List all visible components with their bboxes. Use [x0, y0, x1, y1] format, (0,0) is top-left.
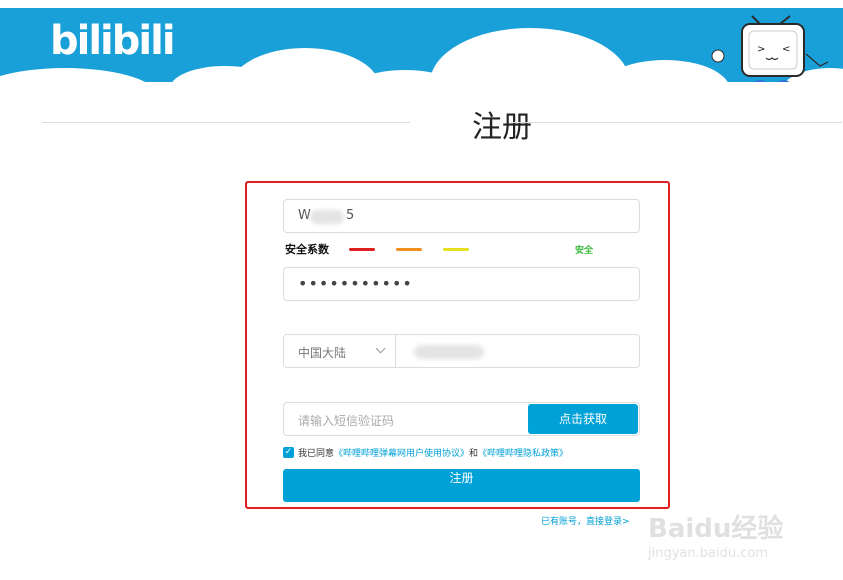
divider: [510, 122, 842, 123]
tv-mascot-icon: > <: [711, 15, 829, 82]
login-link[interactable]: 已有账号，直接登录>: [541, 514, 630, 527]
header-banner: bilibili > <: [0, 8, 843, 82]
strength-bar-low: [349, 248, 375, 251]
page-title-row: 注册: [42, 100, 842, 145]
username-tail-text: 5: [346, 208, 355, 223]
agreement-row: ✓ 我已同意《哔哩哔哩弹幕网用户使用协议》和《哔哩哔哩隐私政策》: [283, 445, 653, 461]
cloud: [230, 48, 380, 82]
chevron-down-icon: [375, 343, 386, 354]
page-title: 注册: [472, 110, 532, 145]
baidu-watermark: Baidu经验 jingyan.baidu.com: [648, 508, 808, 568]
svg-text:>: >: [757, 44, 765, 55]
cloud: [0, 68, 160, 82]
password-field[interactable]: •••••••••••: [283, 267, 640, 301]
strength-bar-high: [443, 248, 469, 251]
watermark-brand: Baidu经验: [648, 514, 784, 544]
watermark-url: jingyan.baidu.com: [648, 546, 768, 561]
register-button[interactable]: 注册: [283, 469, 640, 502]
password-mask: •••••••••••: [298, 274, 413, 293]
sms-code-placeholder: 请输入短信验证码: [298, 414, 395, 428]
phone-field[interactable]: 中国大陆: [283, 334, 640, 368]
bilibili-logo[interactable]: bilibili: [50, 18, 176, 64]
country-value: 中国大陆: [298, 346, 347, 360]
username-visible-text: W: [298, 208, 311, 223]
svg-text:<: <: [782, 44, 790, 55]
agreement-text: 我已同意《哔哩哔哩弹幕网用户使用协议》和《哔哩哔哩隐私政策》: [298, 446, 568, 459]
username-field[interactable]: W 5: [283, 199, 640, 233]
password-strength-meter: 安全系数 安全: [285, 241, 605, 259]
agree-checkbox[interactable]: ✓: [283, 447, 294, 458]
strength-status: 安全: [575, 246, 594, 256]
redacted-phone-number: [414, 345, 484, 359]
sms-code-field[interactable]: 请输入短信验证码 点击获取: [283, 402, 640, 436]
registration-form: W 5 安全系数 安全 ••••••••••• 中国大陆 请输入短信验证码 点击…: [245, 181, 670, 509]
strength-label: 安全系数: [285, 243, 329, 256]
get-sms-code-button[interactable]: 点击获取: [528, 404, 638, 434]
redacted-username: [310, 210, 344, 224]
strength-bar-medium: [396, 248, 422, 251]
divider: [42, 122, 410, 123]
user-agreement-link[interactable]: 《哔哩哔哩弹幕网用户使用协议》: [334, 449, 469, 459]
cloud: [430, 28, 630, 82]
privacy-policy-link[interactable]: 《哔哩哔哩隐私政策》: [478, 449, 568, 459]
agree-prefix: 我已同意: [298, 449, 335, 459]
agree-and: 和: [469, 449, 479, 459]
country-select[interactable]: 中国大陆: [284, 335, 396, 367]
